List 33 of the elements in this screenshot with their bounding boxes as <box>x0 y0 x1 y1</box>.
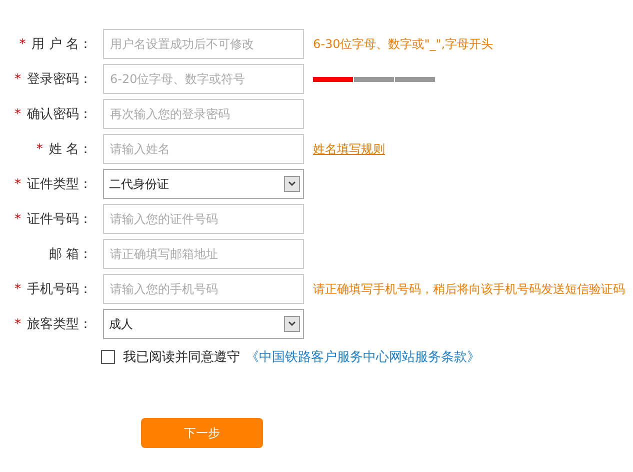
required-mark: * <box>36 142 43 156</box>
field-label: 证件号码： <box>27 211 92 228</box>
input-field[interactable]: 请正确填写邮箱地址 <box>103 239 304 269</box>
hint-text: 6-30位字母、数字或"_",字母开头 <box>313 36 494 52</box>
required-mark: * <box>14 72 21 86</box>
select-field[interactable]: 二代身份证 <box>103 169 304 199</box>
input-field[interactable]: 请输入姓名 <box>103 134 304 164</box>
field-label: 邮 箱： <box>48 246 92 263</box>
required-mark: * <box>14 176 21 192</box>
field-label: 登录密码： <box>27 71 92 88</box>
input-field[interactable]: 用户名设置成功后不可修改 <box>103 29 304 59</box>
field-label: 用 户 名： <box>32 36 92 53</box>
required-mark: * <box>14 212 21 226</box>
field-label: 确认密码： <box>27 106 92 123</box>
rules-link[interactable]: 姓名填写规则 <box>313 140 385 158</box>
input-field[interactable]: 请输入您的手机号码 <box>103 274 304 304</box>
required-mark: * <box>14 282 21 296</box>
agreement-text: 我已阅读并同意遵守 <box>123 349 240 366</box>
input-field[interactable]: 请输入您的证件号码 <box>103 204 304 234</box>
input-field[interactable]: 再次输入您的登录密码 <box>103 99 304 129</box>
select-field[interactable]: 成人 <box>103 309 304 339</box>
field-label: 证件类型： <box>27 176 92 193</box>
terms-link[interactable]: 《中国铁路客户服务中心网站服务条款》 <box>246 348 480 366</box>
required-mark: * <box>19 36 26 52</box>
field-label: 旅客类型： <box>27 316 92 333</box>
field-label: 手机号码： <box>27 281 92 298</box>
field-label: 姓 名： <box>48 141 92 158</box>
hint-text: 请正确填写手机号码，稍后将向该手机号码发送短信验证码 <box>313 280 625 298</box>
next-button[interactable]: 下一步 <box>141 418 263 448</box>
input-field[interactable]: 6-20位字母、数字或符号 <box>103 64 304 94</box>
required-mark: * <box>14 106 21 122</box>
required-mark: * <box>14 316 21 332</box>
checkbox[interactable] <box>101 350 115 364</box>
